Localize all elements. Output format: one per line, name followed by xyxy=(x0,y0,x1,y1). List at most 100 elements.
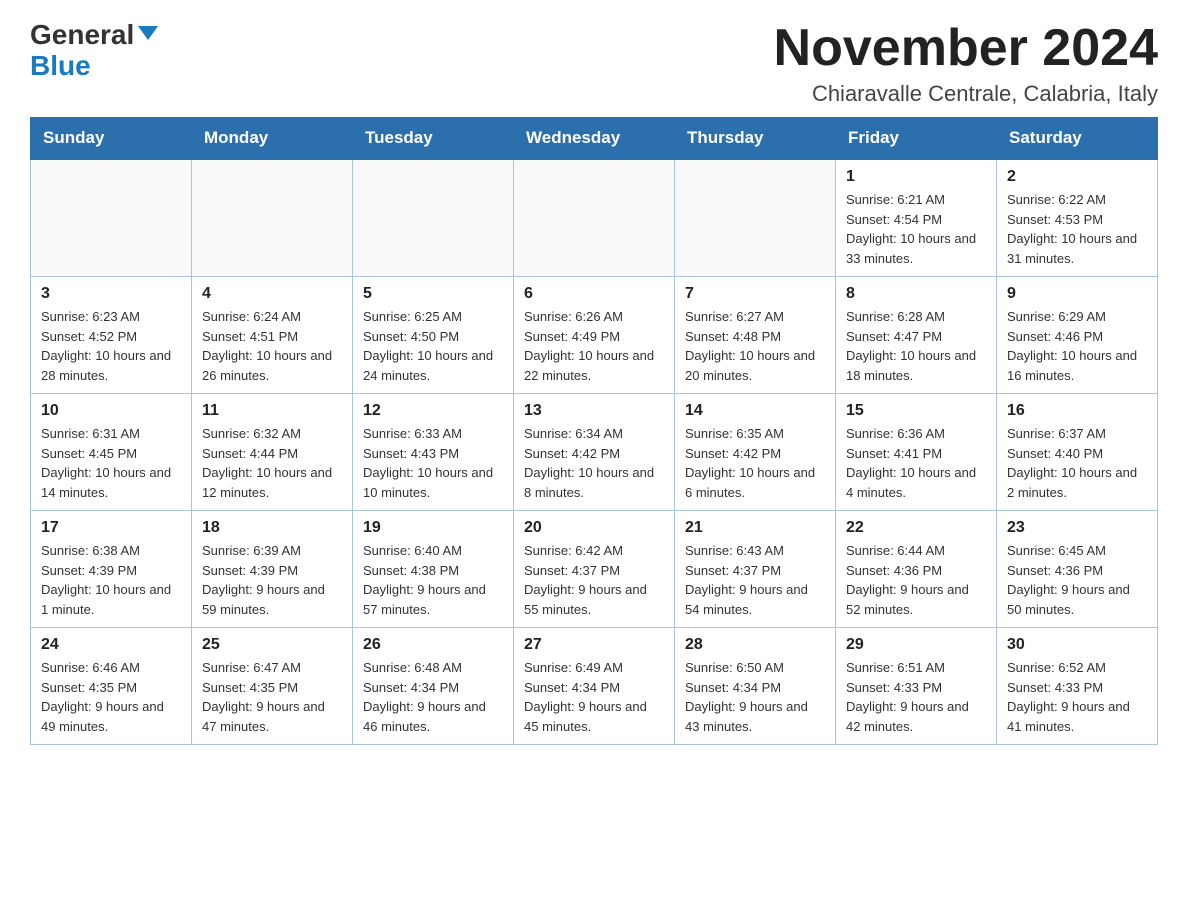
logo-blue-text: Blue xyxy=(30,51,158,82)
day-info: Sunrise: 6:34 AMSunset: 4:42 PMDaylight:… xyxy=(524,424,664,502)
weekday-header-sunday: Sunday xyxy=(31,118,192,160)
logo-triangle-icon xyxy=(138,26,158,40)
day-number: 6 xyxy=(524,285,664,303)
day-number: 18 xyxy=(202,519,342,537)
calendar-cell: 2Sunrise: 6:22 AMSunset: 4:53 PMDaylight… xyxy=(997,159,1158,277)
calendar-cell: 15 Sunrise: 6:36 AMSunset: 4:41 PMDayligh… xyxy=(836,394,997,511)
day-number: 20 xyxy=(524,519,664,537)
day-number: 14 xyxy=(685,402,825,420)
day-info: Sunrise: 6:22 AMSunset: 4:53 PMDaylight:… xyxy=(1007,190,1147,268)
calendar-cell: 13 Sunrise: 6:34 AMSunset: 4:42 PMDayligh… xyxy=(514,394,675,511)
day-number: 7 xyxy=(685,285,825,303)
month-year-title: November 2024 xyxy=(774,20,1158,77)
day-info: Sunrise: 6:33 AMSunset: 4:43 PMDaylight:… xyxy=(363,424,503,502)
title-block: November 2024 Chiaravalle Centrale, Cala… xyxy=(774,20,1158,107)
calendar-cell: 16 Sunrise: 6:37 AMSunset: 4:40 PMDayligh… xyxy=(997,394,1158,511)
day-info: Sunrise: 6:35 AMSunset: 4:42 PMDaylight:… xyxy=(685,424,825,502)
calendar-cell: 9 Sunrise: 6:29 AMSunset: 4:46 PMDaylight… xyxy=(997,277,1158,394)
calendar-cell: 4Sunrise: 6:24 AMSunset: 4:51 PMDaylight… xyxy=(192,277,353,394)
day-number: 15 xyxy=(846,402,986,420)
day-number: 16 xyxy=(1007,402,1147,420)
calendar-cell xyxy=(675,159,836,277)
calendar-cell: 24 Sunrise: 6:46 AMSunset: 4:35 PMDayligh… xyxy=(31,628,192,745)
day-info: Sunrise: 6:27 AMSunset: 4:48 PMDaylight:… xyxy=(685,307,825,385)
weekday-header-thursday: Thursday xyxy=(675,118,836,160)
day-number: 5 xyxy=(363,285,503,303)
logo: General Blue xyxy=(30,20,158,82)
day-number: 11 xyxy=(202,402,342,420)
day-info: Sunrise: 6:23 AMSunset: 4:52 PMDaylight:… xyxy=(41,307,181,385)
day-number: 3 xyxy=(41,285,181,303)
weekday-header-saturday: Saturday xyxy=(997,118,1158,160)
day-number: 30 xyxy=(1007,636,1147,654)
day-number: 9 xyxy=(1007,285,1147,303)
day-info: Sunrise: 6:50 AMSunset: 4:34 PMDaylight:… xyxy=(685,658,825,736)
day-info: Sunrise: 6:40 AMSunset: 4:38 PMDaylight:… xyxy=(363,541,503,619)
day-info: Sunrise: 6:32 AMSunset: 4:44 PMDaylight:… xyxy=(202,424,342,502)
day-info: Sunrise: 6:24 AMSunset: 4:51 PMDaylight:… xyxy=(202,307,342,385)
calendar-cell xyxy=(31,159,192,277)
day-info: Sunrise: 6:48 AMSunset: 4:34 PMDaylight:… xyxy=(363,658,503,736)
day-number: 19 xyxy=(363,519,503,537)
page-header: General Blue November 2024 Chiaravalle C… xyxy=(30,20,1158,107)
calendar-cell: 22Sunrise: 6:44 AMSunset: 4:36 PMDayligh… xyxy=(836,511,997,628)
calendar-cell: 19 Sunrise: 6:40 AMSunset: 4:38 PMDayligh… xyxy=(353,511,514,628)
weekday-header-monday: Monday xyxy=(192,118,353,160)
calendar-cell xyxy=(353,159,514,277)
day-number: 29 xyxy=(846,636,986,654)
day-info: Sunrise: 6:31 AMSunset: 4:45 PMDaylight:… xyxy=(41,424,181,502)
calendar-week-row: 3 Sunrise: 6:23 AMSunset: 4:52 PMDaylight… xyxy=(31,277,1158,394)
logo-general-text: General xyxy=(30,19,134,50)
calendar-cell: 11 Sunrise: 6:32 AMSunset: 4:44 PMDayligh… xyxy=(192,394,353,511)
calendar-cell xyxy=(192,159,353,277)
day-number: 25 xyxy=(202,636,342,654)
day-number: 21 xyxy=(685,519,825,537)
calendar-cell: 5Sunrise: 6:25 AMSunset: 4:50 PMDaylight… xyxy=(353,277,514,394)
calendar-cell: 17 Sunrise: 6:38 AMSunset: 4:39 PMDayligh… xyxy=(31,511,192,628)
calendar-cell: 6 Sunrise: 6:26 AMSunset: 4:49 PMDaylight… xyxy=(514,277,675,394)
day-info: Sunrise: 6:37 AMSunset: 4:40 PMDaylight:… xyxy=(1007,424,1147,502)
calendar-cell: 12 Sunrise: 6:33 AMSunset: 4:43 PMDayligh… xyxy=(353,394,514,511)
calendar-cell: 3 Sunrise: 6:23 AMSunset: 4:52 PMDaylight… xyxy=(31,277,192,394)
calendar-cell: 10 Sunrise: 6:31 AMSunset: 4:45 PMDayligh… xyxy=(31,394,192,511)
day-info: Sunrise: 6:46 AMSunset: 4:35 PMDaylight:… xyxy=(41,658,181,736)
weekday-header-tuesday: Tuesday xyxy=(353,118,514,160)
day-info: Sunrise: 6:49 AMSunset: 4:34 PMDaylight:… xyxy=(524,658,664,736)
day-number: 23 xyxy=(1007,519,1147,537)
day-info: Sunrise: 6:29 AMSunset: 4:46 PMDaylight:… xyxy=(1007,307,1147,385)
calendar-table: SundayMondayTuesdayWednesdayThursdayFrid… xyxy=(30,117,1158,745)
calendar-cell: 25Sunrise: 6:47 AMSunset: 4:35 PMDayligh… xyxy=(192,628,353,745)
day-number: 24 xyxy=(41,636,181,654)
day-number: 10 xyxy=(41,402,181,420)
weekday-header-friday: Friday xyxy=(836,118,997,160)
day-info: Sunrise: 6:43 AMSunset: 4:37 PMDaylight:… xyxy=(685,541,825,619)
day-number: 27 xyxy=(524,636,664,654)
day-info: Sunrise: 6:28 AMSunset: 4:47 PMDaylight:… xyxy=(846,307,986,385)
calendar-cell: 27 Sunrise: 6:49 AMSunset: 4:34 PMDayligh… xyxy=(514,628,675,745)
day-info: Sunrise: 6:51 AMSunset: 4:33 PMDaylight:… xyxy=(846,658,986,736)
day-number: 13 xyxy=(524,402,664,420)
day-number: 12 xyxy=(363,402,503,420)
day-info: Sunrise: 6:38 AMSunset: 4:39 PMDaylight:… xyxy=(41,541,181,619)
calendar-week-row: 10 Sunrise: 6:31 AMSunset: 4:45 PMDayligh… xyxy=(31,394,1158,511)
day-info: Sunrise: 6:44 AMSunset: 4:36 PMDaylight:… xyxy=(846,541,986,619)
day-number: 17 xyxy=(41,519,181,537)
calendar-cell: 1Sunrise: 6:21 AMSunset: 4:54 PMDaylight… xyxy=(836,159,997,277)
day-number: 8 xyxy=(846,285,986,303)
location-subtitle: Chiaravalle Centrale, Calabria, Italy xyxy=(774,81,1158,107)
day-number: 1 xyxy=(846,168,986,186)
calendar-week-row: 1Sunrise: 6:21 AMSunset: 4:54 PMDaylight… xyxy=(31,159,1158,277)
calendar-cell: 29 Sunrise: 6:51 AMSunset: 4:33 PMDayligh… xyxy=(836,628,997,745)
calendar-cell: 23 Sunrise: 6:45 AMSunset: 4:36 PMDayligh… xyxy=(997,511,1158,628)
calendar-cell: 21 Sunrise: 6:43 AMSunset: 4:37 PMDayligh… xyxy=(675,511,836,628)
day-info: Sunrise: 6:26 AMSunset: 4:49 PMDaylight:… xyxy=(524,307,664,385)
day-info: Sunrise: 6:45 AMSunset: 4:36 PMDaylight:… xyxy=(1007,541,1147,619)
calendar-cell: 8 Sunrise: 6:28 AMSunset: 4:47 PMDaylight… xyxy=(836,277,997,394)
day-info: Sunrise: 6:42 AMSunset: 4:37 PMDaylight:… xyxy=(524,541,664,619)
calendar-cell: 14 Sunrise: 6:35 AMSunset: 4:42 PMDayligh… xyxy=(675,394,836,511)
calendar-header-row: SundayMondayTuesdayWednesdayThursdayFrid… xyxy=(31,118,1158,160)
day-info: Sunrise: 6:52 AMSunset: 4:33 PMDaylight:… xyxy=(1007,658,1147,736)
calendar-cell: 30 Sunrise: 6:52 AMSunset: 4:33 PMDayligh… xyxy=(997,628,1158,745)
day-number: 26 xyxy=(363,636,503,654)
day-info: Sunrise: 6:36 AMSunset: 4:41 PMDaylight:… xyxy=(846,424,986,502)
